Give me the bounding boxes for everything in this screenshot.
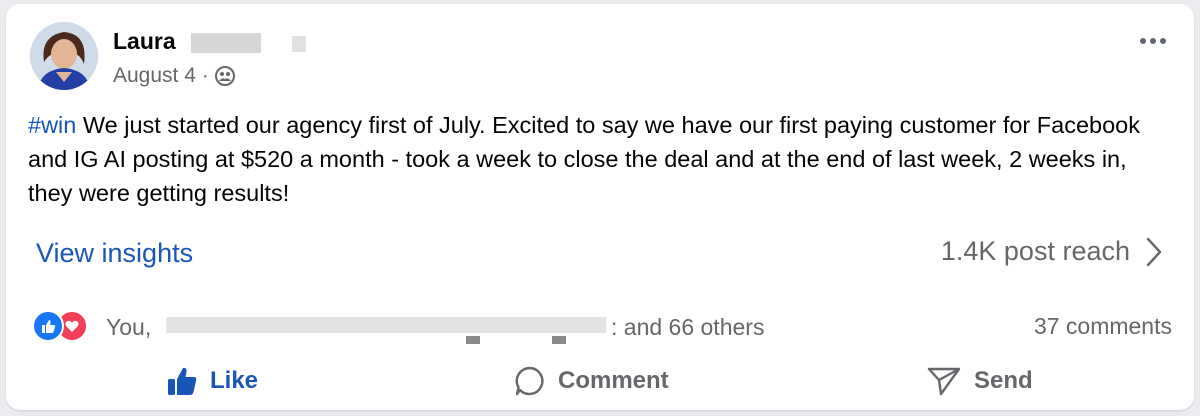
post-reach-button[interactable]: 1.4K post reach <box>941 236 1162 267</box>
post-actions-bar: Like Comment Send <box>6 356 1194 406</box>
redacted-names-block <box>552 336 566 344</box>
post-date[interactable]: August 4 <box>113 64 196 88</box>
redacted-name-block <box>191 33 261 53</box>
post-text: We just started our agency first of July… <box>28 112 1140 206</box>
redacted-name-block <box>292 36 306 52</box>
redacted-names-block <box>466 336 480 344</box>
like-reaction-icon <box>32 310 64 342</box>
more-options-button[interactable] <box>1140 38 1166 44</box>
reaction-icons[interactable] <box>32 310 88 342</box>
group-icon[interactable] <box>214 66 235 86</box>
thumbs-up-icon <box>166 365 198 397</box>
post-body: #win We just started our agency first of… <box>28 108 1168 210</box>
like-label: Like <box>210 367 259 394</box>
view-insights-link[interactable]: View insights <box>36 238 193 269</box>
redacted-names-block <box>166 317 606 333</box>
send-icon <box>926 365 962 397</box>
avatar[interactable] <box>30 22 98 90</box>
meta-separator: · <box>201 64 209 87</box>
chevron-right-icon <box>1146 237 1162 267</box>
hashtag-link[interactable]: #win <box>28 112 76 138</box>
send-label: Send <box>974 367 1033 394</box>
like-button[interactable]: Like <box>166 356 258 406</box>
post-reach-label: 1.4K post reach <box>940 236 1130 266</box>
more-horizontal-icon <box>1140 38 1146 44</box>
comment-label: Comment <box>558 367 669 394</box>
comments-count-link[interactable]: 37 comments <box>1034 313 1172 340</box>
reactions-names[interactable]: You, <box>106 314 151 341</box>
comment-bubble-icon <box>514 365 546 397</box>
post-card: Laura August 4 · #win We just started ou… <box>6 4 1194 410</box>
comment-button[interactable]: Comment <box>514 356 669 406</box>
send-button[interactable]: Send <box>926 356 1033 406</box>
post-meta: August 4 · <box>113 64 235 88</box>
reactions-others-count[interactable]: : and 66 others <box>611 314 764 341</box>
author-name[interactable]: Laura <box>113 28 176 55</box>
